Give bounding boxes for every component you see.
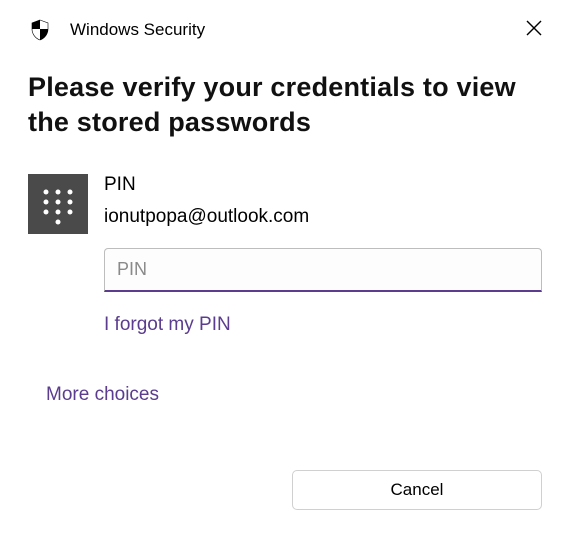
cancel-button[interactable]: Cancel [292, 470, 542, 510]
close-button[interactable] [518, 12, 550, 44]
shield-icon [28, 18, 52, 42]
auth-fields: PIN ionutpopa@outlook.com I forgot my PI… [104, 174, 542, 336]
button-row: Cancel [28, 470, 542, 510]
more-choices-link[interactable]: More choices [46, 384, 542, 406]
title-bar: Windows Security [28, 18, 542, 42]
dialog-heading: Please verify your credentials to view t… [28, 70, 542, 140]
pin-input[interactable] [104, 248, 542, 292]
auth-method-label: PIN [104, 174, 542, 196]
auth-section: PIN ionutpopa@outlook.com I forgot my PI… [28, 174, 542, 336]
credential-dialog: Windows Security Please verify your cred… [0, 0, 570, 538]
account-email: ionutpopa@outlook.com [104, 206, 542, 228]
keypad-icon [28, 174, 88, 234]
forgot-pin-link[interactable]: I forgot my PIN [104, 314, 542, 336]
close-icon [526, 20, 542, 36]
app-title: Windows Security [70, 20, 205, 40]
